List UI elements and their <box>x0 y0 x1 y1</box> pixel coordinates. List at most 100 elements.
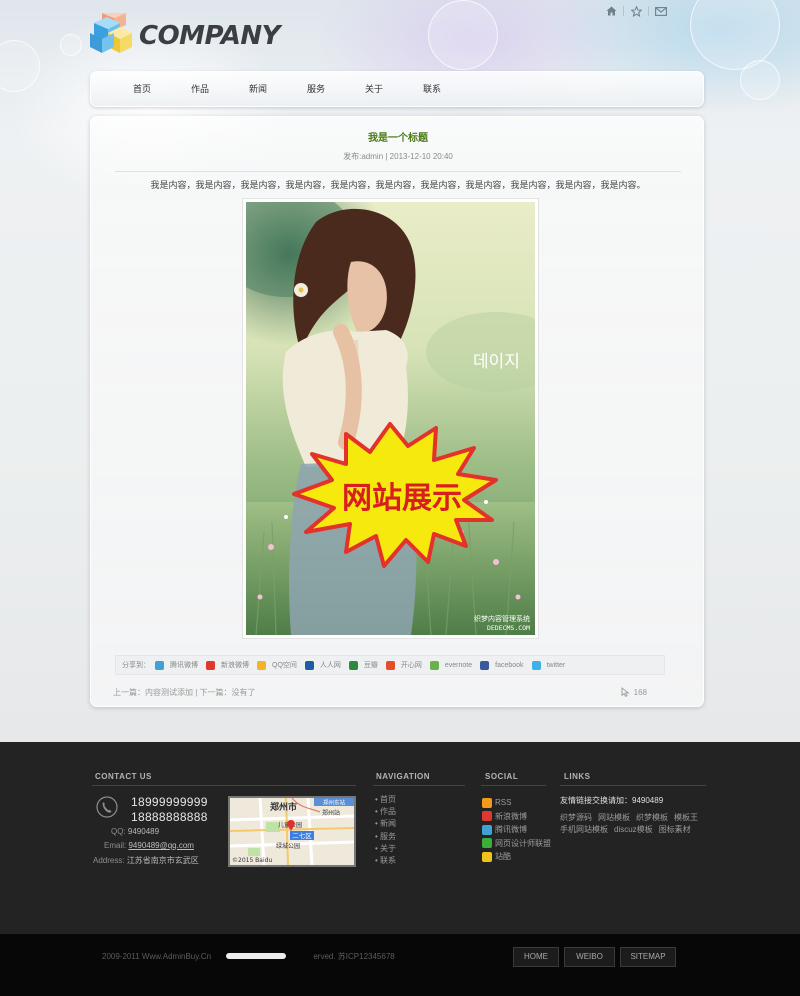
phone-icon <box>96 796 118 818</box>
qq-row: QQ: 9490489 <box>111 827 160 836</box>
twitter-icon <box>531 660 541 670</box>
mail-icon[interactable] <box>654 5 668 17</box>
footer-weibo-button[interactable]: WEIBO <box>564 947 615 967</box>
share-facebook[interactable]: facebook <box>480 660 524 670</box>
map-station: 郑州站 <box>322 809 340 817</box>
home-icon[interactable] <box>604 5 618 17</box>
phone-secondary: 18888888888 <box>131 810 208 824</box>
bottom-bar: 2009-2011 Www.AdminBuy.Cn erved. 苏ICP123… <box>0 934 800 996</box>
friend-link[interactable]: 图标素材 <box>659 825 691 834</box>
main-navigation: 首页 作品 新闻 服务 关于 联系 <box>90 71 704 107</box>
footer-nav-item[interactable]: • 新闻 <box>375 818 396 830</box>
zcool-icon <box>482 851 492 862</box>
links-row: 织梦源码 网站模板 织梦模板 模板王 <box>560 812 704 823</box>
share-tencent-weibo[interactable]: 腾讯微博 <box>155 660 198 670</box>
map-city: 郑州市 <box>270 801 297 813</box>
evernote-icon <box>429 660 439 670</box>
sina-weibo-icon <box>206 660 215 670</box>
view-counter: 168 <box>621 687 647 697</box>
links-intro: 友情链接交换请加：9490489 <box>560 796 664 805</box>
friend-link[interactable]: 网站模板 <box>598 813 630 822</box>
sina-weibo-icon <box>482 811 492 822</box>
korean-caption: 데이지 <box>473 352 520 372</box>
article-body: 我是内容，我是内容，我是内容，我是内容，我是内容，我是内容，我是内容，我是内容，… <box>150 180 646 190</box>
decorative-bubble <box>0 40 40 92</box>
footer-home-button[interactable]: HOME <box>513 947 559 967</box>
watermark-cn: 织梦内容管理系统 <box>474 614 530 623</box>
social-list: RSS 新浪微博 腾讯微博 网页设计师联盟 站酷 <box>482 796 551 864</box>
email-link[interactable]: 9490489@qq.com <box>128 841 194 850</box>
watermark-en: DEDECMS.COM <box>487 624 530 632</box>
social-heading: SOCIAL <box>485 772 519 781</box>
redaction-bar <box>226 953 286 959</box>
share-renren[interactable]: 人人网 <box>304 660 341 670</box>
designer-union-icon <box>482 838 492 849</box>
divider <box>648 6 649 16</box>
navigation-heading: NAVIGATION <box>376 772 431 781</box>
social-item-designer-union[interactable]: 网页设计师联盟 <box>482 837 551 851</box>
nav-item-contact[interactable]: 联系 <box>403 72 461 106</box>
share-sina-weibo[interactable]: 新浪微博 <box>206 660 249 670</box>
share-douban[interactable]: 豆瓣 <box>348 660 378 670</box>
cubes-logo-icon <box>90 13 132 53</box>
map-station-tag: 郑州东站 <box>323 799 346 807</box>
divider <box>115 171 681 172</box>
social-item-zcool[interactable]: 站酷 <box>482 850 551 864</box>
footer-nav-list: • 首页 • 作品 • 新闻 • 服务 • 关于 • 联系 <box>375 794 396 867</box>
top-utility-bar <box>604 5 668 17</box>
social-item-sina-weibo[interactable]: 新浪微博 <box>482 810 551 824</box>
article-pager[interactable]: 上一篇：内容测试添加 | 下一篇：没有了 <box>113 687 256 698</box>
decorative-bubble <box>690 0 780 70</box>
links-heading: LINKS <box>564 772 591 781</box>
company-name: COMPANY <box>139 21 280 51</box>
friend-link[interactable]: 织梦源码 <box>560 813 592 822</box>
footer-nav-item[interactable]: • 首页 <box>375 794 396 806</box>
divider <box>481 785 546 786</box>
share-kaixin[interactable]: 开心网 <box>385 660 422 670</box>
article-title: 我是一个标题 <box>368 133 428 144</box>
cursor-icon <box>621 687 630 697</box>
address-row: Address: 江苏省南京市玄武区 <box>93 856 199 865</box>
nav-item-services[interactable]: 服务 <box>287 72 345 106</box>
footer-nav-item[interactable]: • 服务 <box>375 831 396 843</box>
company-logo[interactable]: COMPANY <box>88 13 288 57</box>
footer-sitemap-button[interactable]: SITEMAP <box>620 947 676 967</box>
phone-primary: 18999999999 <box>131 795 208 809</box>
friend-link[interactable]: discuz模板 <box>614 825 653 834</box>
social-item-rss[interactable]: RSS <box>482 796 551 810</box>
footer-nav-item[interactable]: • 联系 <box>375 855 396 867</box>
divider <box>623 6 624 16</box>
qzone-icon <box>257 660 266 670</box>
share-evernote[interactable]: evernote <box>429 660 472 670</box>
tencent-weibo-icon <box>155 660 164 670</box>
email-row: Email: 9490489@qq.com <box>104 841 194 850</box>
footer-nav-item[interactable]: • 关于 <box>375 843 396 855</box>
address-value: 江苏省南京市玄武区 <box>126 856 199 865</box>
nav-item-news[interactable]: 新闻 <box>229 72 287 106</box>
footer-nav-item[interactable]: • 作品 <box>375 806 396 818</box>
nav-item-about[interactable]: 关于 <box>345 72 403 106</box>
phone-numbers: 18999999999 18888888888 <box>131 795 208 825</box>
nav-item-home[interactable]: 首页 <box>113 72 171 106</box>
map-copyright: ©2015 Baidu <box>232 857 272 864</box>
douban-icon <box>348 660 358 670</box>
view-count: 168 <box>633 687 647 697</box>
nav-item-works[interactable]: 作品 <box>171 72 229 106</box>
share-qzone[interactable]: QQ空间 <box>257 660 297 670</box>
share-twitter[interactable]: twitter <box>531 660 565 670</box>
girl-in-meadow-photo: 데이지 网站展示 织梦内容管理系统 DEDECMS.COM <box>246 202 535 635</box>
badge-text: 网站展示 <box>342 481 462 516</box>
decorative-bubble <box>60 34 82 56</box>
links-row: 手机网站模板 discuz模板 图标素材 <box>560 824 697 835</box>
social-item-tencent-weibo[interactable]: 腾讯微博 <box>482 823 551 837</box>
article-image: 데이지 网站展示 织梦内容管理系统 DEDECMS.COM <box>242 198 539 639</box>
location-map[interactable]: 郑州东站 郑州市 郑州站 儿童公园 二七区 绿城公园 ©2015 Baidu <box>228 796 356 867</box>
facebook-icon <box>480 660 490 670</box>
friend-link[interactable]: 织梦模板 <box>636 813 668 822</box>
article-meta: 发布:admin | 2013-12-10 20:40 <box>343 152 453 161</box>
decorative-bubble <box>740 60 780 100</box>
friend-link[interactable]: 手机网站模板 <box>560 825 608 834</box>
friend-link[interactable]: 模板王 <box>674 813 698 822</box>
kaixin-icon <box>385 660 395 670</box>
star-icon[interactable] <box>629 5 643 17</box>
